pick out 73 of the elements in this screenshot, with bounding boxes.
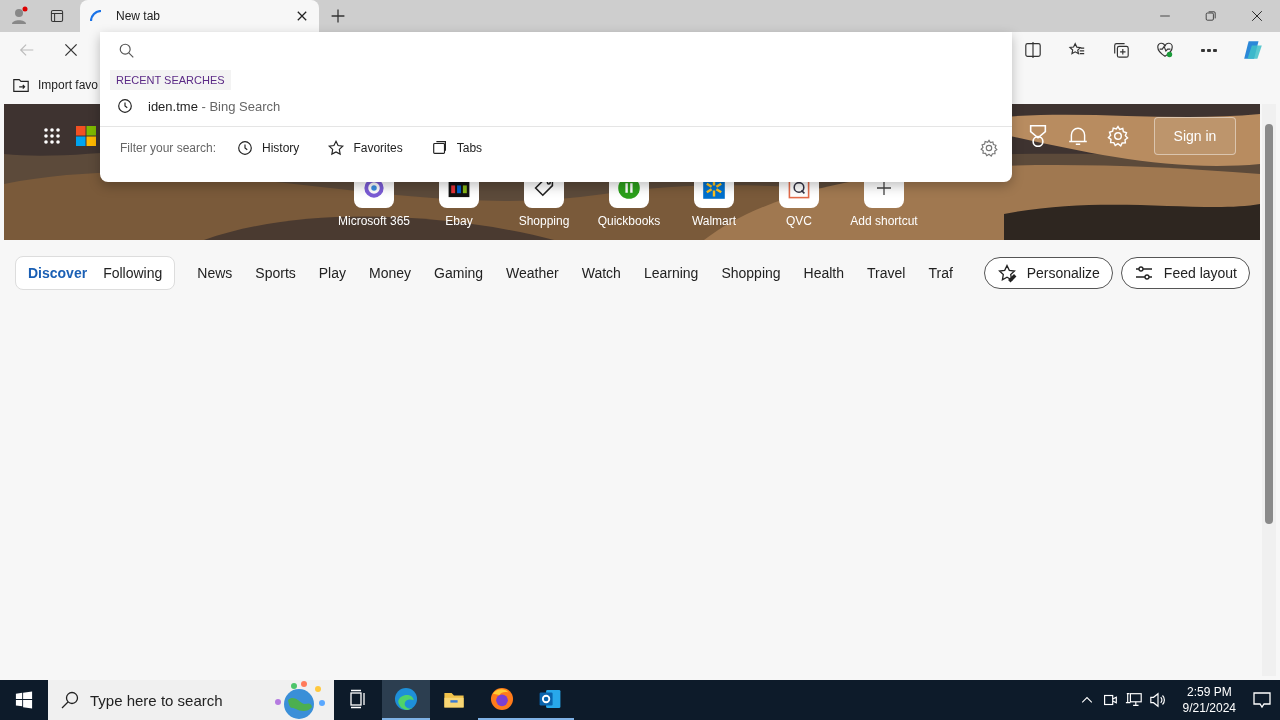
scrollbar[interactable] [1262, 104, 1276, 676]
filter-button[interactable]: Favorites [327, 139, 403, 157]
category-tab[interactable]: Sports [247, 265, 296, 281]
windows-icon [15, 691, 33, 709]
taskbar-app[interactable] [382, 680, 430, 720]
search-icon [60, 690, 80, 710]
apps-grid-icon [42, 126, 62, 146]
notification-button[interactable] [1252, 690, 1272, 710]
category-tab[interactable]: Weather [498, 265, 559, 281]
category-tab[interactable]: Gaming [426, 265, 484, 281]
person-icon [9, 6, 29, 26]
category-tab[interactable]: Traf [920, 265, 953, 281]
heartbeat-icon [1156, 41, 1174, 59]
filter-button[interactable]: Tabs [430, 139, 483, 157]
windows-logo-icon [76, 126, 96, 146]
close-icon [63, 42, 79, 58]
shortcut-label[interactable]: Shopping [518, 214, 570, 228]
pivot-tab[interactable]: Following [95, 265, 171, 281]
more-icon [1201, 48, 1217, 52]
restore-icon [1205, 10, 1217, 22]
shortcut-label[interactable]: QVC [786, 214, 812, 228]
category-tab[interactable]: Travel [859, 265, 906, 281]
tabs-icon [430, 139, 449, 157]
settings-icon [1107, 125, 1129, 147]
category-tab[interactable]: Play [310, 265, 346, 281]
chat-bubble-icon [1252, 690, 1272, 710]
category-tab[interactable]: Health [795, 265, 845, 281]
close-icon [1251, 10, 1263, 22]
shortcut-label[interactable]: Add shortcut [850, 214, 918, 228]
category-tab[interactable]: News [189, 265, 233, 281]
window-icon [49, 8, 65, 24]
category-tab[interactable]: Learning [635, 265, 699, 281]
edge-icon [393, 686, 419, 712]
history-icon [116, 97, 134, 115]
firefox-icon [489, 686, 515, 712]
category-tab[interactable]: Watch [573, 265, 621, 281]
history-icon [236, 139, 255, 157]
filter-button[interactable]: History [236, 139, 300, 157]
network-icon [1124, 691, 1143, 709]
sliders-icon [1133, 263, 1154, 283]
shortcut-label[interactable]: Microsoft 365 [338, 214, 410, 228]
close-icon [295, 9, 309, 23]
category-tab[interactable]: Shopping [713, 265, 781, 281]
copilot-icon [1242, 39, 1264, 61]
task-view-icon [348, 689, 368, 709]
bell-icon [1067, 125, 1089, 147]
import-folder-icon [12, 76, 30, 94]
browser-tab[interactable]: New tab [80, 0, 319, 32]
clock[interactable]: 2:59 PM 9/21/2024 [1182, 684, 1236, 716]
filter-label: Filter your search: [120, 141, 217, 155]
shortcut-label[interactable]: Quickbooks [597, 214, 661, 228]
split-screen-icon [1024, 41, 1042, 59]
shortcut-label[interactable]: Walmart [691, 214, 737, 228]
search-settings-button[interactable] [980, 139, 998, 157]
plus-icon [330, 8, 346, 24]
collections-icon [1112, 41, 1130, 59]
star-pencil-icon [996, 263, 1017, 283]
medal-icon [1027, 125, 1049, 147]
star-icon [327, 139, 346, 157]
volume-icon [1148, 691, 1167, 709]
shortcut-label[interactable]: Ebay [445, 214, 473, 228]
settings-icon [980, 139, 998, 157]
suggestion-text: iden.tme - Bing Search [148, 98, 281, 114]
feed-layout-button[interactable]: Feed layout [1120, 257, 1250, 289]
section-label: RECENT SEARCHES [110, 70, 231, 90]
search-icon [118, 42, 136, 60]
personalize-button[interactable]: Personalize [983, 257, 1113, 289]
taskbar-search-field[interactable]: Type here to search [48, 680, 334, 720]
back-arrow-icon [18, 41, 36, 59]
suggestion-item[interactable]: iden.tme - Bing Search [100, 90, 1012, 122]
pivot-tab[interactable]: Discover [20, 265, 96, 281]
category-tab[interactable]: Money [361, 265, 412, 281]
favorites-bar-item[interactable]: Import favo [12, 76, 99, 94]
